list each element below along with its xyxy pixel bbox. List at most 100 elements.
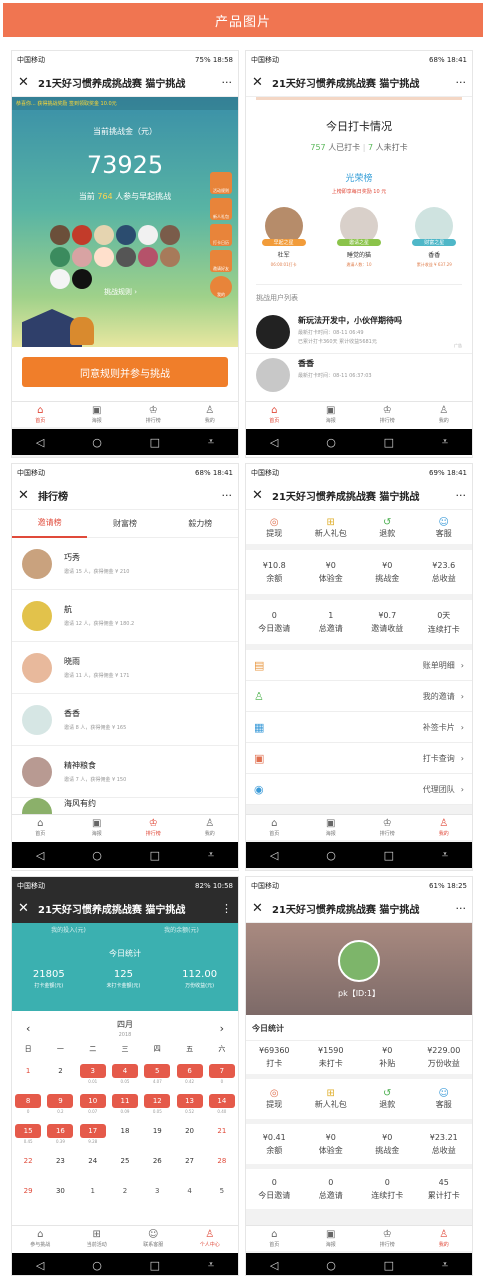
refund-button[interactable]: ↺ 退款 (359, 1088, 416, 1110)
tab-mine[interactable]: ♙ 我的 (416, 402, 473, 427)
menu-item-agent-team[interactable]: ◉ 代理团队 › (246, 774, 472, 805)
calendar-day[interactable]: 1 (12, 1064, 44, 1086)
close-icon[interactable]: ✕ (252, 75, 266, 90)
stat-cell[interactable]: ¥0 体验金 (303, 1133, 360, 1156)
menu-item-makeup-card[interactable]: ▦ 补签卡片 › (246, 712, 472, 743)
more-icon[interactable]: ··· (456, 76, 467, 89)
stat-cell[interactable]: ¥23.6 总收益 (416, 561, 473, 584)
stat-cell[interactable]: ¥23.21 总收益 (416, 1133, 473, 1156)
stat-cell[interactable]: 1 总邀请 (303, 611, 360, 634)
more-icon[interactable]: ··· (222, 76, 233, 89)
tab-home[interactable]: ⌂ 首页 (12, 815, 69, 840)
tab-poster[interactable]: ▣ 海报 (303, 815, 360, 840)
rules-link[interactable]: 挑战规则 › (104, 287, 137, 297)
close-icon[interactable]: ✕ (252, 488, 266, 503)
back-icon[interactable]: ◁ (270, 1259, 278, 1272)
tab-rank[interactable]: ♔ 排行榜 (125, 402, 182, 427)
tab-mine[interactable]: ♙ 我的 (182, 815, 239, 840)
calendar-day[interactable]: 10 0.07 (77, 1094, 109, 1116)
recent-icon[interactable]: □ (150, 849, 160, 862)
stat-cell[interactable]: 45 累计打卡 (416, 1178, 473, 1201)
calendar-day[interactable]: 22 (12, 1154, 44, 1176)
more-icon[interactable]: ⋮ (221, 902, 232, 915)
list-item[interactable]: 香香 最新打卡时间：08-11 06:37:03 (246, 353, 472, 396)
side-btn[interactable]: 新人礼包 (210, 198, 232, 220)
calendar-day[interactable]: 21 (206, 1124, 238, 1146)
refund-button[interactable]: ↺ 退款 (359, 517, 416, 539)
tab-rank[interactable]: ♔ 排行榜 (359, 1226, 416, 1251)
back-icon[interactable]: ◁ (36, 1259, 44, 1272)
menu-icon[interactable]: ⩡ (442, 848, 448, 862)
side-btn[interactable]: 邀请好友 (210, 250, 232, 272)
tab-home[interactable]: ⌂ 首页 (246, 815, 303, 840)
tab-rank[interactable]: ♔ 排行榜 (359, 815, 416, 840)
stat-cell[interactable]: ¥0.41 余额 (246, 1133, 303, 1156)
withdraw-button[interactable]: ◎ 提现 (246, 517, 303, 539)
star-card[interactable]: 财富之星 香香 累计收益 ¥ 637.29 (404, 207, 464, 268)
menu-item-invites[interactable]: ♙ 我的邀请 › (246, 681, 472, 712)
calendar-day[interactable]: 70 (206, 1064, 238, 1086)
stat-cell[interactable]: 0天 连续打卡 (416, 610, 473, 635)
close-icon[interactable]: ✕ (18, 488, 32, 503)
stat-cell[interactable]: 0 今日邀请 (246, 611, 303, 634)
recent-icon[interactable]: □ (150, 1259, 160, 1272)
calendar-day[interactable]: 28 (206, 1154, 238, 1176)
calendar-day[interactable]: 12 0.05 (141, 1094, 173, 1116)
calendar-day[interactable]: 3 0.01 (77, 1064, 109, 1086)
tab-rank[interactable]: ♔ 排行榜 (125, 815, 182, 840)
calendar-day[interactable]: 3 (141, 1184, 173, 1206)
calendar-day[interactable]: 14 0.40 (206, 1094, 238, 1116)
close-icon[interactable]: ✕ (18, 75, 32, 90)
stat-cell[interactable]: ¥10.8 余额 (246, 561, 303, 584)
calendar-day[interactable]: 16 0.39 (44, 1124, 76, 1146)
calendar-day[interactable]: 15 0.45 (12, 1124, 44, 1146)
stat-cell[interactable]: ¥0 体验金 (303, 561, 360, 584)
calendar-day[interactable]: 4 (173, 1184, 205, 1206)
stat-cell[interactable]: 0 总邀请 (303, 1178, 360, 1201)
home-circle-icon[interactable]: ○ (326, 1259, 336, 1272)
tab-mine[interactable]: ♙ 我的 (416, 1226, 473, 1251)
calendar-day[interactable]: 23 (44, 1154, 76, 1176)
calendar-day[interactable]: 6 0.42 (173, 1064, 205, 1086)
withdraw-button[interactable]: ◎ 提现 (246, 1088, 303, 1110)
calendar-day[interactable]: 26 (141, 1154, 173, 1176)
back-icon[interactable]: ◁ (270, 849, 278, 862)
calendar-day[interactable]: 29 (12, 1184, 44, 1206)
menu-icon[interactable]: ⩡ (208, 848, 214, 862)
menu-icon[interactable]: ⩡ (442, 1258, 448, 1272)
tab-mine[interactable]: ♙ 我的 (182, 402, 239, 427)
list-item[interactable]: 晓雨 邀请 11 人，获得佣金 ¥ 171 (12, 642, 238, 694)
tab-home[interactable]: ⌂ 首页 (246, 1226, 303, 1251)
star-card[interactable]: 早起之星 杜军 06:00:01打卡 (254, 207, 314, 268)
menu-item-bills[interactable]: ▤ 账单明细 › (246, 650, 472, 681)
list-item[interactable]: 巧秀 邀请 15 人，获得佣金 ¥ 210 (12, 538, 238, 590)
tab-service[interactable]: ☺ 联系客服 (125, 1226, 182, 1251)
tab-wealth[interactable]: 财富榜 (87, 511, 162, 537)
tab-rank[interactable]: ♔ 排行榜 (359, 402, 416, 427)
side-btn[interactable]: 我的 (210, 276, 232, 298)
stat-cell[interactable]: 0 今日邀请 (246, 1178, 303, 1201)
calendar-day[interactable]: 1 (77, 1184, 109, 1206)
menu-icon[interactable]: ⩡ (442, 435, 448, 449)
tab-mine[interactable]: ♙ 我的 (416, 815, 473, 840)
side-btn[interactable]: 活动规则 (210, 172, 232, 194)
list-item[interactable]: 新玩法开发中，小伙伴期待吗 最新打卡时间：08-11 06:49 已累计打卡360天… (246, 311, 472, 353)
recent-icon[interactable]: □ (150, 436, 160, 449)
recent-icon[interactable]: □ (384, 849, 394, 862)
more-icon[interactable]: ··· (456, 902, 467, 915)
calendar-day[interactable]: 11 0.09 (109, 1094, 141, 1116)
stat-cell[interactable]: ¥0 补贴 (359, 1046, 416, 1069)
menu-icon[interactable]: ⩡ (208, 435, 214, 449)
home-circle-icon[interactable]: ○ (92, 1259, 102, 1272)
calendar-day[interactable]: 19 (141, 1124, 173, 1146)
calendar-day[interactable]: 17 9.28 (77, 1124, 109, 1146)
side-btn[interactable]: 打卡日历 (210, 224, 232, 246)
back-icon[interactable]: ◁ (36, 849, 44, 862)
tab-poster[interactable]: ▣ 海报 (303, 402, 360, 427)
recent-icon[interactable]: □ (384, 1259, 394, 1272)
list-item[interactable]: 香香 邀请 8 人，获得佣金 ¥ 165 (12, 694, 238, 746)
star-card[interactable]: 邀请之星 睡觉的猫 邀请人数：10 (329, 207, 389, 268)
more-icon[interactable]: ··· (456, 489, 467, 502)
stat-cell[interactable]: ¥229.00 万份收益 (416, 1046, 473, 1069)
tab-poster[interactable]: ▣ 海报 (69, 815, 126, 840)
